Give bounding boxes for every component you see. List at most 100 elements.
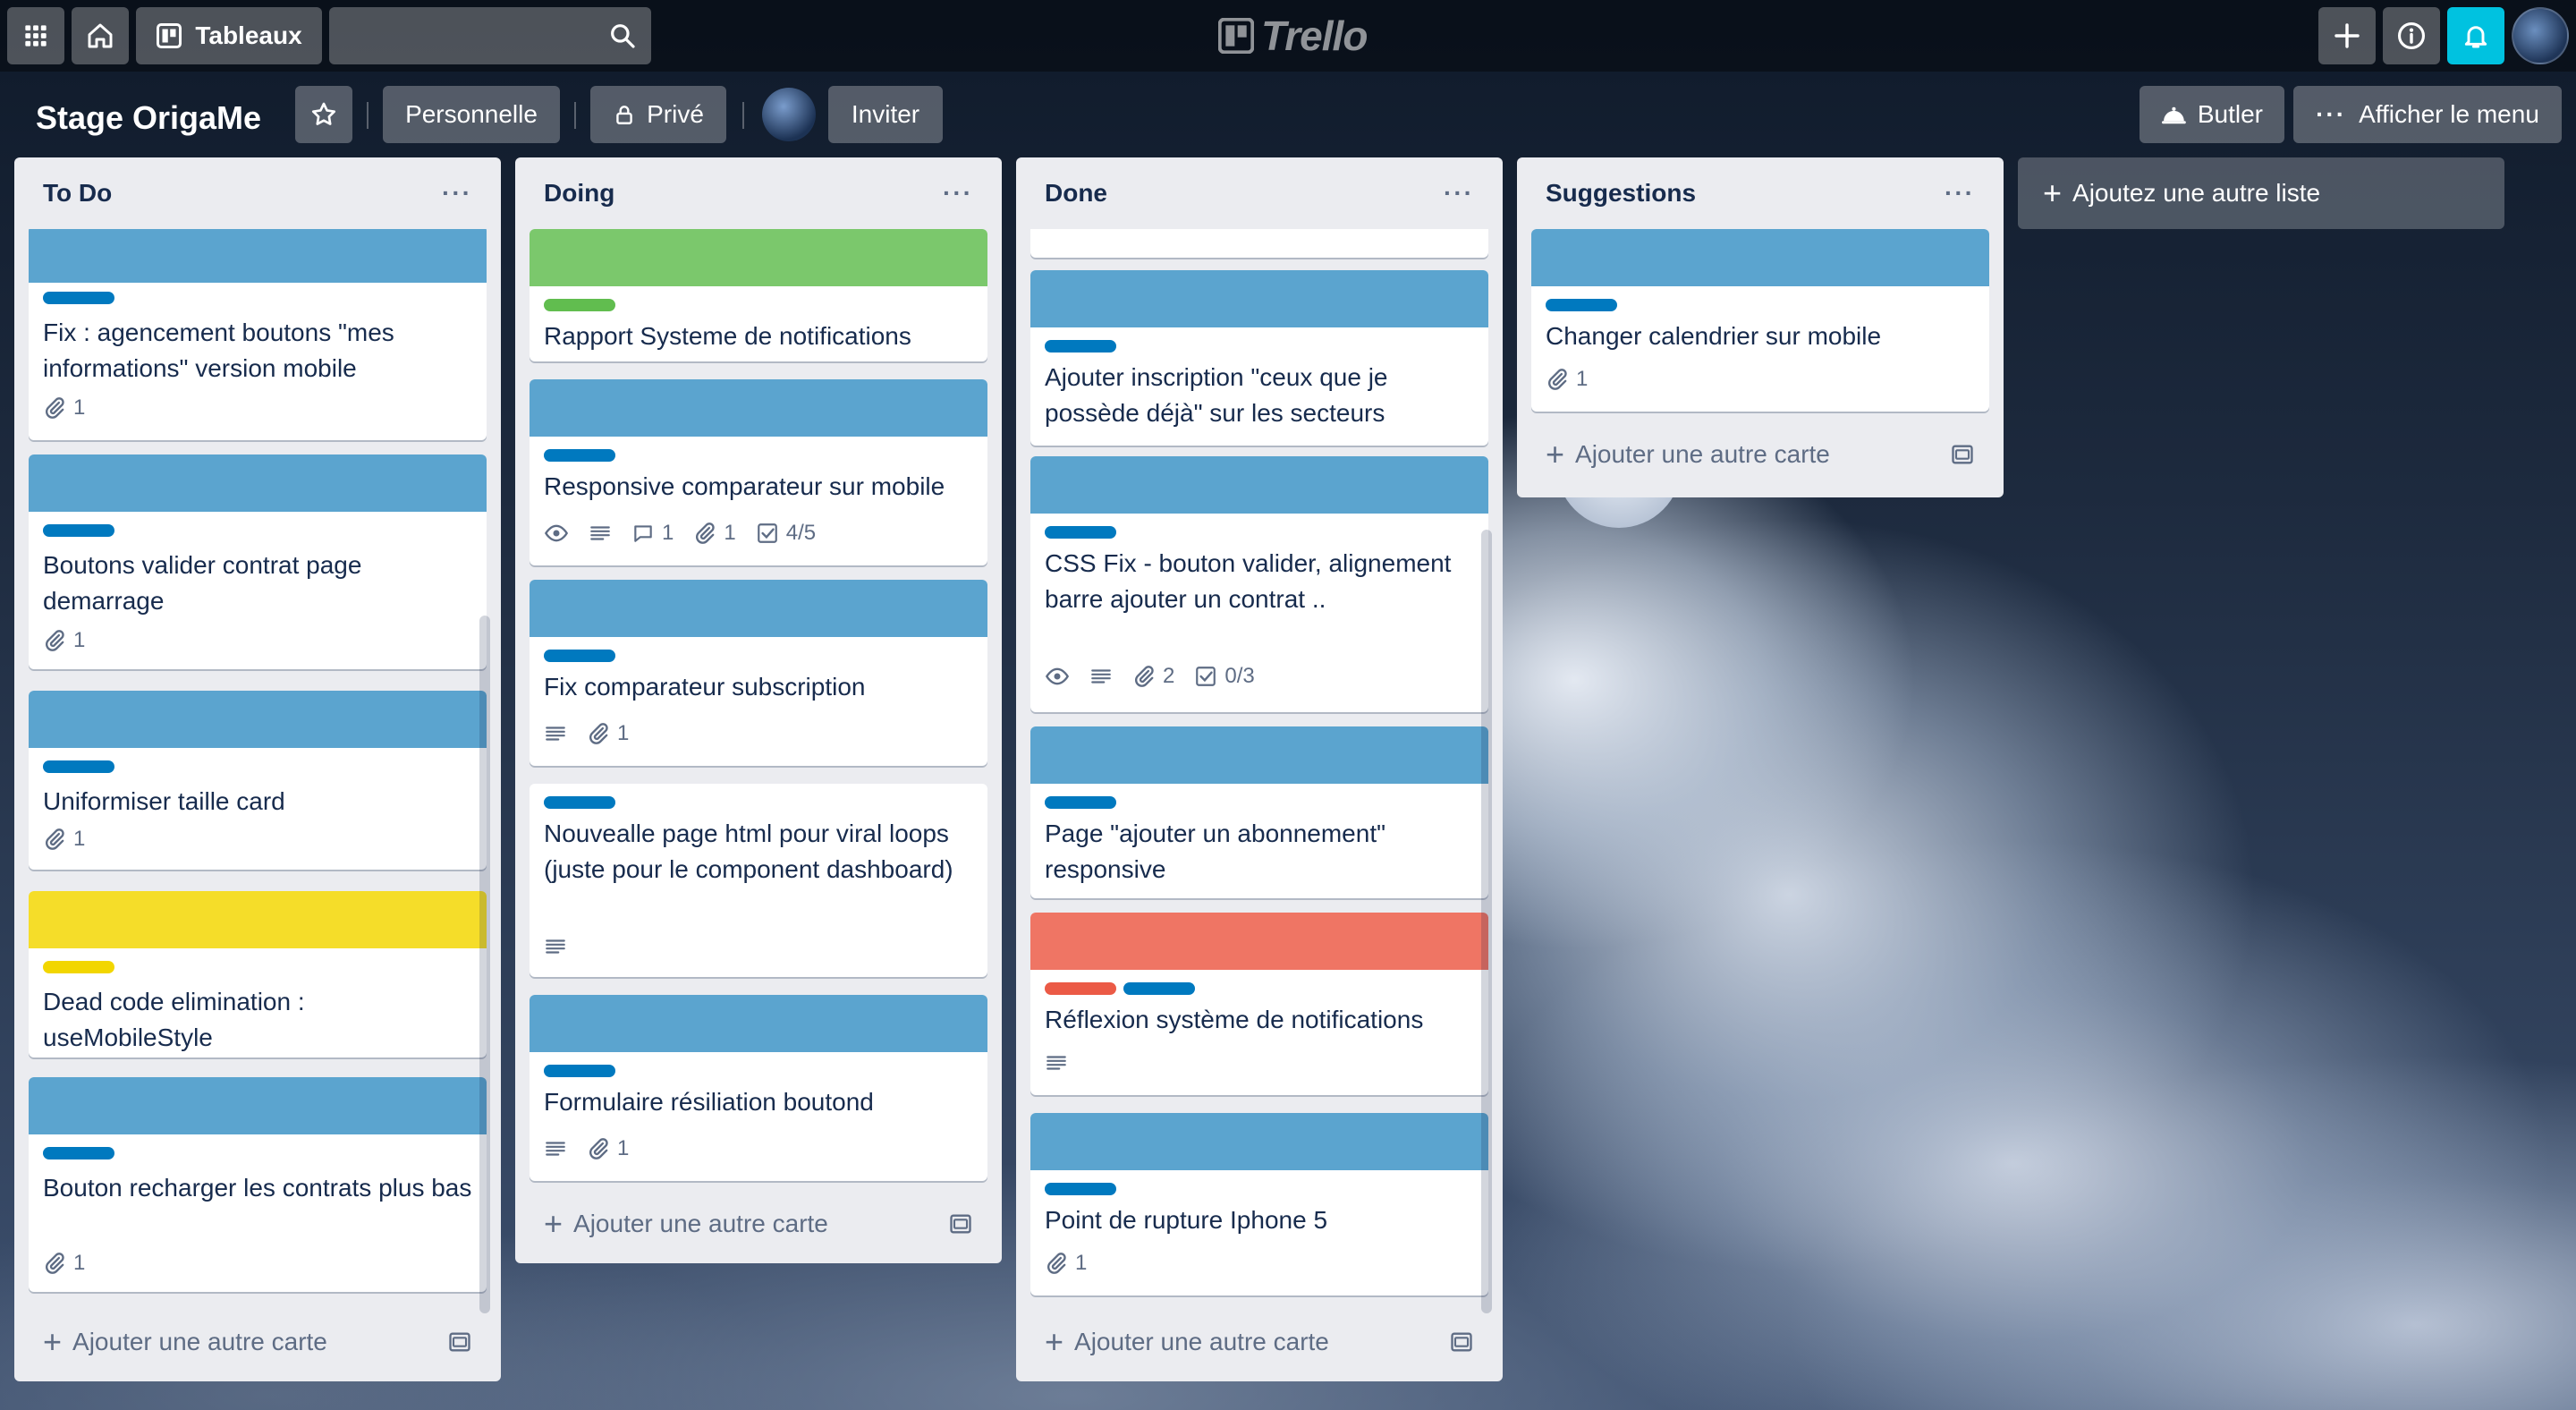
card-cover <box>1030 726 1488 784</box>
card[interactable]: Formulaire résiliation boutond 1 <box>530 995 987 1181</box>
add-list-button[interactable]: + Ajoutez une autre liste <box>2018 157 2504 229</box>
label-blue[interactable] <box>1123 982 1195 995</box>
card-labels[interactable] <box>1546 299 1617 311</box>
attachment-count: 1 <box>617 721 630 745</box>
card-labels[interactable] <box>1045 982 1195 995</box>
label-blue[interactable] <box>544 449 615 462</box>
card-labels[interactable] <box>43 524 114 537</box>
list-title[interactable]: Doing <box>544 179 614 208</box>
notifications-button[interactable] <box>2447 7 2504 64</box>
card-labels[interactable] <box>43 1147 114 1159</box>
list-title[interactable]: Suggestions <box>1546 179 1696 208</box>
search-box[interactable] <box>329 7 651 64</box>
card-labels[interactable] <box>1045 526 1116 539</box>
search-icon[interactable] <box>608 21 637 50</box>
list-menu-icon[interactable]: ··· <box>1945 179 1975 208</box>
list-menu-icon[interactable]: ··· <box>943 179 973 208</box>
team-button[interactable]: Personnelle <box>383 86 560 143</box>
label-blue[interactable] <box>1045 526 1116 539</box>
boards-button[interactable]: Tableaux <box>136 7 322 64</box>
card-labels[interactable] <box>43 961 114 973</box>
invite-button[interactable]: Inviter <box>828 86 943 143</box>
card-cover <box>530 580 987 637</box>
card[interactable]: CSS Fix - bouton valider, alignement bar… <box>1030 456 1488 712</box>
card-partial[interactable] <box>1030 229 1488 258</box>
card[interactable]: Responsive comparateur sur mobile 1 1 4/… <box>530 379 987 565</box>
add-card-button[interactable]: + Ajouter une autre carte <box>1045 1317 1474 1367</box>
butler-button[interactable]: Butler <box>2140 86 2284 143</box>
label-blue[interactable] <box>1045 340 1116 352</box>
card-template-icon[interactable] <box>948 1211 973 1236</box>
label-blue[interactable] <box>544 1065 615 1077</box>
label-blue[interactable] <box>43 1147 114 1159</box>
list-menu-icon[interactable]: ··· <box>1444 179 1474 208</box>
card[interactable]: Point de rupture Iphone 5 1 <box>1030 1113 1488 1295</box>
card[interactable]: Boutons valider contrat page demarrage 1 <box>29 454 487 669</box>
search-input[interactable] <box>329 7 597 64</box>
label-blue[interactable] <box>1546 299 1617 311</box>
show-menu-button[interactable]: ··· Afficher le menu <box>2293 86 2562 143</box>
label-blue[interactable] <box>544 796 615 809</box>
info-button[interactable] <box>2383 7 2440 64</box>
star-button[interactable] <box>295 86 352 143</box>
list-scrollbar[interactable] <box>1481 530 1492 1313</box>
card[interactable]: Dead code elimination : useMobileStyle <box>29 891 487 1058</box>
card[interactable]: Bouton recharger les contrats plus bas 1 <box>29 1077 487 1292</box>
list-title[interactable]: To Do <box>43 179 112 208</box>
card-badges: 1 <box>43 1247 85 1279</box>
list-title[interactable]: Done <box>1045 179 1107 208</box>
attachment-count: 1 <box>73 628 86 652</box>
card-labels[interactable] <box>544 299 615 311</box>
add-card-button[interactable]: + Ajouter une autre carte <box>544 1199 973 1249</box>
trello-logo[interactable]: Trello <box>1218 11 1368 61</box>
card-labels[interactable] <box>1045 1183 1116 1195</box>
card-labels[interactable] <box>43 292 114 304</box>
list-header[interactable]: Suggestions ··· <box>1517 157 2004 229</box>
label-green[interactable] <box>544 299 615 311</box>
card[interactable]: Rapport Systeme de notifications <box>530 229 987 361</box>
label-blue[interactable] <box>1045 1183 1116 1195</box>
label-blue[interactable] <box>544 650 615 662</box>
list-header[interactable]: Doing ··· <box>515 157 1002 229</box>
card-template-icon[interactable] <box>1950 442 1975 467</box>
card-labels[interactable] <box>1045 796 1116 809</box>
add-card-button[interactable]: + Ajouter une autre carte <box>1546 429 1975 480</box>
label-blue[interactable] <box>43 524 114 537</box>
card[interactable]: Uniformiser taille card 1 <box>29 691 487 870</box>
home-button[interactable] <box>72 7 129 64</box>
label-red[interactable] <box>1045 982 1116 995</box>
label-yellow[interactable] <box>43 961 114 973</box>
card[interactable]: Changer calendrier sur mobile 1 <box>1531 229 1989 412</box>
card[interactable]: Réflexion système de notifications <box>1030 913 1488 1095</box>
user-avatar[interactable] <box>2512 7 2569 64</box>
card[interactable]: Page "ajouter un abonnement" responsive <box>1030 726 1488 898</box>
card[interactable]: Fix comparateur subscription 1 <box>530 580 987 766</box>
list-scrollbar[interactable] <box>479 616 490 1313</box>
add-card-button[interactable]: + Ajouter une autre carte <box>43 1317 472 1367</box>
attachment-count: 1 <box>724 521 736 545</box>
plus-icon: + <box>1546 436 1565 472</box>
create-button[interactable] <box>2318 7 2376 64</box>
card[interactable]: Fix : agencement boutons "mes informatio… <box>29 229 487 440</box>
card[interactable]: Nouvealle page html pour viral loops (ju… <box>530 784 987 977</box>
board-title[interactable]: Stage OrigaMe <box>36 89 261 147</box>
label-blue[interactable] <box>1045 796 1116 809</box>
visibility-button[interactable]: Privé <box>590 86 726 143</box>
label-blue[interactable] <box>43 760 114 773</box>
member-avatar[interactable] <box>762 88 816 141</box>
card-labels[interactable] <box>1045 340 1116 352</box>
card-labels[interactable] <box>43 760 114 773</box>
card-template-icon[interactable] <box>1449 1329 1474 1355</box>
label-blue[interactable] <box>43 292 114 304</box>
list-doing: Doing ··· Rapport Systeme de notificatio… <box>515 157 1002 1263</box>
list-menu-icon[interactable]: ··· <box>442 179 472 208</box>
card-labels[interactable] <box>544 1065 615 1077</box>
card-labels[interactable] <box>544 650 615 662</box>
card[interactable]: Ajouter inscription "ceux que je possède… <box>1030 270 1488 446</box>
apps-grid-button[interactable] <box>7 7 64 64</box>
card-labels[interactable] <box>544 796 615 809</box>
card-labels[interactable] <box>544 449 615 462</box>
list-header[interactable]: Done ··· <box>1016 157 1503 229</box>
card-template-icon[interactable] <box>447 1329 472 1355</box>
list-header[interactable]: To Do ··· <box>14 157 501 229</box>
